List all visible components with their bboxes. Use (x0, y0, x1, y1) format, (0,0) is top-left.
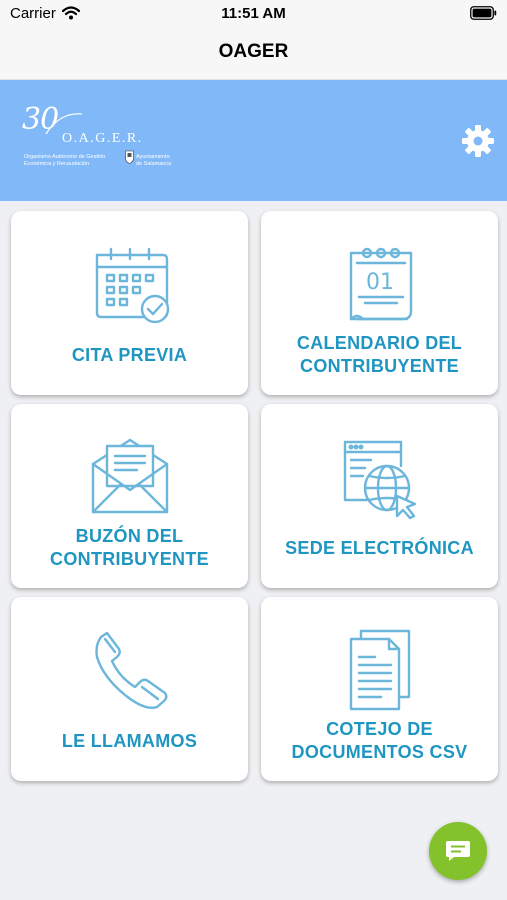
tile-buzon-contribuyente[interactable]: BUZÓN DEL CONTRIBUYENTE (11, 404, 248, 588)
tile-le-llamamos-label: LE LLAMAMOS (61, 730, 198, 751)
status-bar: Carrier 11:51 AM (0, 0, 507, 28)
gear-icon[interactable] (461, 124, 495, 158)
tile-calendario-label: CALENDARIO DEL CONTRIBUYENTE (296, 333, 463, 376)
tile-sede-electronica[interactable]: SEDE ELECTRÓNICA (261, 404, 498, 588)
logo-name: O.A.G.E.R. (62, 131, 143, 146)
tile-cita-previa-label: CITA PREVIA (71, 344, 188, 365)
tile-calendario-contribuyente[interactable]: 01 CALENDARIO DEL CONTRIBUYENTE (261, 211, 498, 395)
chat-icon (446, 841, 470, 861)
status-time: 11:51 AM (221, 5, 286, 22)
logo-city-council: Ayuntamiento de Salamanca (136, 154, 172, 167)
tile-le-llamamos[interactable]: LE LLAMAMOS (11, 597, 248, 781)
tile-cita-previa[interactable]: CITA PREVIA (11, 211, 248, 395)
tile-cotejo-documentos[interactable]: COTEJO DE DOCUMENTOS CSV (261, 597, 498, 781)
tile-sede-label: SEDE ELECTRÓNICA (285, 537, 474, 558)
oager-logo: 30 O.A.G.E.R. Organismo Autónomo de Gest… (22, 102, 182, 167)
navigation-bar: OAGER (0, 28, 507, 80)
tile-buzon-label: BUZÓN DEL CONTRIBUYENTE (50, 526, 209, 569)
battery-icon (470, 6, 497, 20)
page-title: OAGER (218, 41, 289, 62)
logo-organization: Organismo Autónomo de Gestión Económica … (24, 154, 106, 167)
chat-button[interactable] (429, 822, 487, 880)
crest-icon (125, 150, 134, 164)
tile-cotejo-label: COTEJO DE DOCUMENTOS CSV (291, 719, 468, 762)
header-banner: 30 O.A.G.E.R. Organismo Autónomo de Gest… (0, 80, 507, 201)
svg-text:01: 01 (366, 270, 394, 295)
